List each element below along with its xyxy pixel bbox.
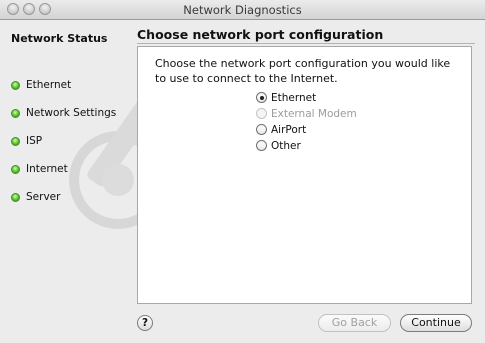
status-item-label: Server <box>26 191 61 203</box>
title-bar: Network Diagnostics <box>0 0 485 20</box>
option-ethernet[interactable]: Ethernet <box>256 90 316 105</box>
status-item-network-settings: Network Settings <box>11 106 116 120</box>
continue-button[interactable]: Continue <box>400 314 472 332</box>
instruction-text: Choose the network port configuration yo… <box>155 57 451 85</box>
radio-button[interactable] <box>256 92 267 103</box>
option-label: Other <box>271 139 301 152</box>
status-ok-icon <box>11 108 20 118</box>
radio-button <box>256 108 267 119</box>
option-other[interactable]: Other <box>256 138 301 153</box>
option-label: External Modem <box>271 107 357 120</box>
status-item-server: Server <box>11 190 60 204</box>
radio-button[interactable] <box>256 140 267 151</box>
radio-button[interactable] <box>256 124 267 135</box>
page-title: Choose network port configuration <box>137 27 384 42</box>
status-item-internet: Internet <box>11 162 68 176</box>
status-item-isp: ISP <box>11 134 42 148</box>
option-label: AirPort <box>271 123 307 136</box>
status-item-label: ISP <box>26 135 43 147</box>
window-title: Network Diagnostics <box>183 3 302 17</box>
status-item-label: Internet <box>26 163 68 175</box>
status-ok-icon <box>11 164 20 174</box>
network-status-heading: Network Status <box>11 32 108 45</box>
status-item-label: Ethernet <box>26 79 72 91</box>
heading-divider <box>137 43 475 44</box>
option-external-modem: External Modem <box>256 106 357 121</box>
content-panel: Choose the network port configuration yo… <box>137 46 472 304</box>
network-diagnostics-window: Network Diagnostics Network Status Ether… <box>0 0 485 343</box>
option-airport[interactable]: AirPort <box>256 122 306 137</box>
go-back-button[interactable]: Go Back <box>318 314 391 332</box>
status-ok-icon <box>11 80 20 90</box>
help-button[interactable]: ? <box>137 315 153 331</box>
status-item-ethernet: Ethernet <box>11 78 71 92</box>
status-ok-icon <box>11 192 20 202</box>
option-label: Ethernet <box>271 91 317 104</box>
status-item-label: Network Settings <box>26 107 117 119</box>
status-ok-icon <box>11 136 20 146</box>
